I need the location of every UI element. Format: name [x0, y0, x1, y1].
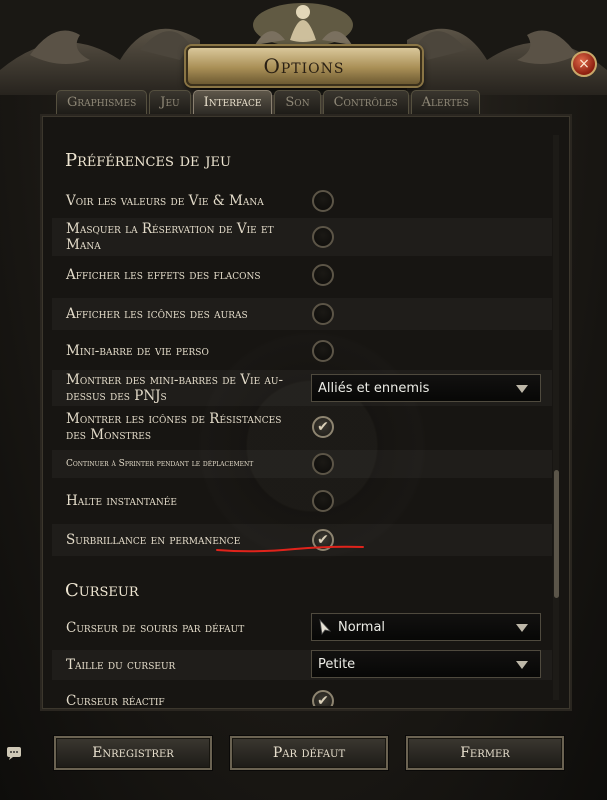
section-title-game-prefs: Préférences de jeu: [65, 150, 231, 171]
chevron-down-icon: [516, 624, 528, 632]
close-icon[interactable]: ×: [571, 51, 597, 77]
select-value: Alliés et ennemis: [318, 380, 430, 396]
window-title: Options: [263, 54, 345, 78]
chevron-down-icon: [516, 661, 528, 669]
instant-stop-checkbox[interactable]: [312, 490, 334, 512]
tab-interface[interactable]: Interface: [192, 90, 273, 114]
setting-row: Voir les valeurs de Vie & Mana: [52, 186, 552, 216]
pointer-icon: [319, 619, 332, 635]
show-aura-icons-checkbox[interactable]: [312, 303, 334, 325]
setting-row: Afficher les icônes des auras: [52, 298, 552, 330]
monster-resist-icons-checkbox[interactable]: ✔: [312, 416, 334, 438]
setting-label: Taille du curseur: [66, 657, 176, 673]
setting-label: Mini-barre de vie perso: [66, 343, 209, 359]
scrollbar-thumb[interactable]: [554, 470, 559, 598]
setting-row: Curseur réactif ✔: [52, 686, 552, 706]
tab-graphismes[interactable]: Graphismes: [56, 90, 148, 114]
show-flask-effects-checkbox[interactable]: [312, 264, 334, 286]
setting-label: Afficher les icônes des auras: [66, 306, 248, 322]
checkmark-icon: ✔: [317, 419, 329, 435]
setting-label: Continuer à Sprinter pendant le déplacem…: [66, 459, 254, 469]
save-button[interactable]: Enregistrer: [54, 736, 212, 770]
setting-label: Curseur de souris par défaut: [66, 620, 245, 636]
setting-row: Montrer les icônes de Résistances des Mo…: [52, 408, 552, 446]
setting-label: Voir les valeurs de Vie & Mana: [66, 193, 264, 209]
default-cursor-select[interactable]: Normal: [311, 613, 541, 641]
setting-label: Montrer les icônes de Résistances des Mo…: [66, 411, 282, 443]
tab-alertes[interactable]: Alertes: [410, 90, 480, 114]
setting-row: Masquer la Réservation de Vie et Mana: [52, 218, 552, 256]
chat-icon[interactable]: [6, 747, 22, 761]
setting-row: Halte instantanée: [52, 486, 552, 516]
close-button[interactable]: Fermer: [406, 736, 564, 770]
setting-label: Afficher les effets des flacons: [66, 267, 261, 283]
cursor-size-select[interactable]: Petite: [311, 650, 541, 678]
section-title-cursor: Curseur: [65, 580, 139, 601]
personal-life-bar-checkbox[interactable]: [312, 340, 334, 362]
setting-row: Mini-barre de vie perso: [52, 337, 552, 365]
setting-label: Curseur réactif: [66, 693, 165, 706]
show-life-mana-values-checkbox[interactable]: [312, 190, 334, 212]
npc-life-bars-select[interactable]: Alliés et ennemis: [311, 374, 541, 402]
setting-row: Afficher les effets des flacons: [52, 260, 552, 290]
setting-label: Halte instantanée: [66, 493, 177, 509]
chevron-down-icon: [516, 385, 528, 393]
tab-bar: Graphismes Jeu Interface Son Contrôles A…: [56, 90, 480, 114]
select-value: Petite: [318, 656, 356, 672]
tab-son[interactable]: Son: [274, 90, 321, 114]
options-window: Options × Graphismes Jeu Interface Son C…: [0, 0, 607, 800]
select-value: Normal: [338, 619, 386, 635]
tab-jeu[interactable]: Jeu: [149, 90, 191, 114]
default-button[interactable]: Par défaut: [230, 736, 388, 770]
checkmark-icon: ✔: [317, 693, 329, 706]
setting-row: Continuer à Sprinter pendant le déplacem…: [52, 450, 552, 478]
scrollbar-track[interactable]: [553, 135, 559, 700]
setting-label: Masquer la Réservation de Vie et Mana: [66, 221, 274, 253]
setting-label: Montrer des mini-barres de Vie au-dessus…: [66, 372, 284, 404]
sprint-while-moving-checkbox[interactable]: [312, 453, 334, 475]
tab-controles[interactable]: Contrôles: [322, 90, 409, 114]
window-title-plate: Options: [186, 46, 422, 86]
hide-reservation-checkbox[interactable]: [312, 226, 334, 248]
reactive-cursor-checkbox[interactable]: ✔: [312, 690, 334, 706]
highlight-underline: [216, 545, 364, 553]
